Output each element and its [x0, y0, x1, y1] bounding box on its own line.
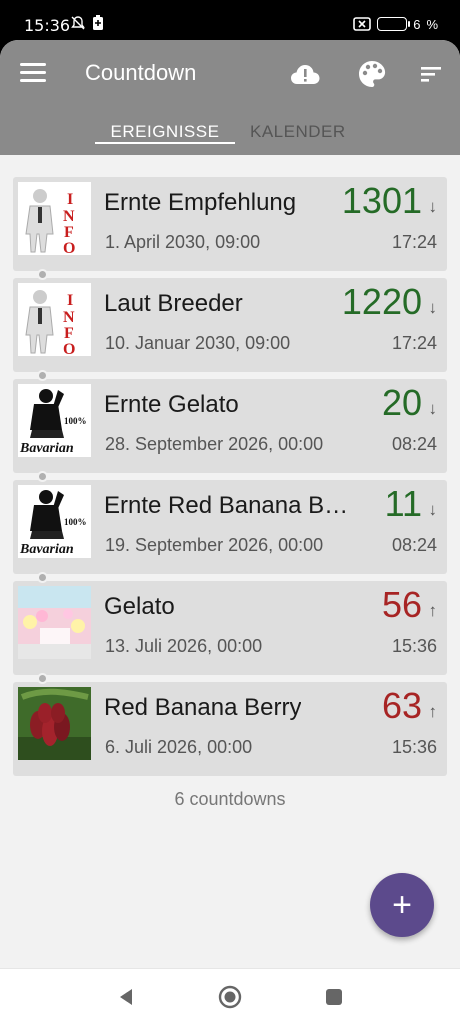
red-banana-photo: [18, 687, 91, 760]
svg-text:I: I: [67, 292, 73, 309]
gelato-pack: [18, 586, 91, 659]
timeline-dot: [37, 370, 48, 381]
add-event-button[interactable]: +: [370, 873, 434, 937]
arrow-up-icon: ↑: [428, 601, 438, 620]
countdown-summary: 6 countdowns: [174, 789, 286, 809]
arrow-down-icon: ↓: [428, 399, 438, 418]
days-count: 63: [381, 685, 422, 726]
system-nav-bar: [0, 968, 460, 1024]
event-time: 17:24: [391, 232, 437, 252]
arrow-down-icon: ↓: [428, 500, 438, 519]
svg-text:100%: 100%: [64, 517, 87, 527]
battery-unit: %: [426, 16, 438, 32]
event-date: 1. April 2030, 09:00: [105, 232, 261, 252]
event-time: 15:36: [391, 737, 437, 757]
event-card[interactable]: INFO Ernte Empfehlung 1. April 2030, 09:…: [13, 177, 447, 280]
event-name: Laut Breeder: [104, 290, 243, 317]
event-time: 15:36: [391, 636, 437, 656]
battery-saver-icon: [93, 15, 103, 30]
event-name: Gelato: [104, 593, 175, 620]
back-icon[interactable]: [112, 983, 140, 1011]
app-title: Countdown: [85, 60, 197, 85]
days-count: 1220: [341, 281, 422, 322]
event-date: 6. Juli 2026, 00:00: [105, 737, 253, 757]
svg-text:I: I: [67, 191, 73, 208]
timeline-dot: [37, 471, 48, 482]
arrow-down-icon: ↓: [428, 197, 438, 216]
status-time: 15:36: [24, 16, 71, 35]
event-list: INFO Ernte Empfehlung 1. April 2030, 09:…: [13, 177, 447, 783]
event-card[interactable]: INFO Laut Breeder 10. Januar 2030, 09:00…: [13, 278, 447, 381]
app-screen: Countdown EREIGNISSE KALENDER INFO Ernte…: [0, 40, 460, 968]
days-count: 56: [381, 584, 422, 625]
days-count: 11: [384, 483, 422, 524]
home-icon[interactable]: [216, 983, 244, 1011]
status-bar: 15:36 6%: [0, 0, 460, 40]
svg-text:O: O: [63, 240, 75, 255]
event-date: 13. Juli 2026, 00:00: [105, 636, 263, 656]
event-card[interactable]: 100% Bavarian Ernte Red Banana Berry 19. …: [13, 480, 447, 583]
event-name: Ernte Red Banana Berry: [104, 492, 354, 519]
tab-kalender[interactable]: KALENDER: [250, 120, 346, 142]
event-time: 08:24: [391, 434, 437, 454]
palette-icon[interactable]: [356, 58, 388, 90]
event-date: 19. September 2026, 00:00: [105, 535, 324, 555]
event-name: Ernte Empfehlung: [104, 189, 297, 216]
bavarian-logo: 100% Bavarian: [18, 384, 91, 457]
mute-bell-icon: [71, 16, 85, 30]
event-time: 08:24: [391, 535, 437, 555]
svg-text:F: F: [64, 224, 74, 241]
bavarian-logo: 100% Bavarian: [18, 485, 91, 558]
tab-ereignisse[interactable]: EREIGNISSE: [95, 120, 235, 144]
svg-text:O: O: [63, 341, 75, 356]
timeline-dot: [37, 269, 48, 280]
info-icon: INFO: [18, 182, 91, 255]
event-card[interactable]: 100% Bavarian Ernte Gelato 28. September …: [13, 379, 447, 482]
svg-text:Bavarian: Bavarian: [19, 441, 74, 456]
svg-text:100%: 100%: [64, 416, 87, 426]
battery-icon: [377, 17, 411, 31]
battery-level: 6: [413, 16, 421, 32]
svg-text:F: F: [64, 325, 74, 342]
event-date: 10. Januar 2030, 09:00: [105, 333, 291, 353]
days-count: 20: [381, 382, 422, 423]
event-card[interactable]: Gelato 13. Juli 2026, 00:00 56 ↑ 15:36: [13, 581, 447, 684]
tab-bar: EREIGNISSE KALENDER: [0, 120, 460, 155]
svg-text:N: N: [63, 208, 75, 225]
app-bar: Countdown EREIGNISSE KALENDER: [0, 40, 460, 155]
info-icon: INFO: [18, 283, 91, 356]
event-name: Red Banana Berry: [104, 694, 302, 721]
arrow-up-icon: ↑: [428, 702, 438, 721]
event-date: 28. September 2026, 00:00: [105, 434, 324, 454]
days-count: 1301: [341, 180, 422, 221]
sort-icon[interactable]: [415, 58, 447, 90]
cloud-alert-icon[interactable]: [289, 58, 321, 90]
event-card[interactable]: Red Banana Berry 6. Juli 2026, 00:00 63 …: [13, 682, 447, 776]
svg-text:N: N: [63, 309, 75, 326]
event-name: Ernte Gelato: [104, 391, 239, 418]
no-sim-icon: [353, 17, 372, 31]
event-time: 17:24: [391, 333, 437, 353]
menu-icon[interactable]: [20, 63, 46, 85]
recents-icon[interactable]: [320, 983, 348, 1011]
svg-text:Bavarian: Bavarian: [19, 542, 74, 557]
arrow-down-icon: ↓: [428, 298, 438, 317]
timeline-dot: [37, 673, 48, 684]
timeline-dot: [37, 572, 48, 583]
